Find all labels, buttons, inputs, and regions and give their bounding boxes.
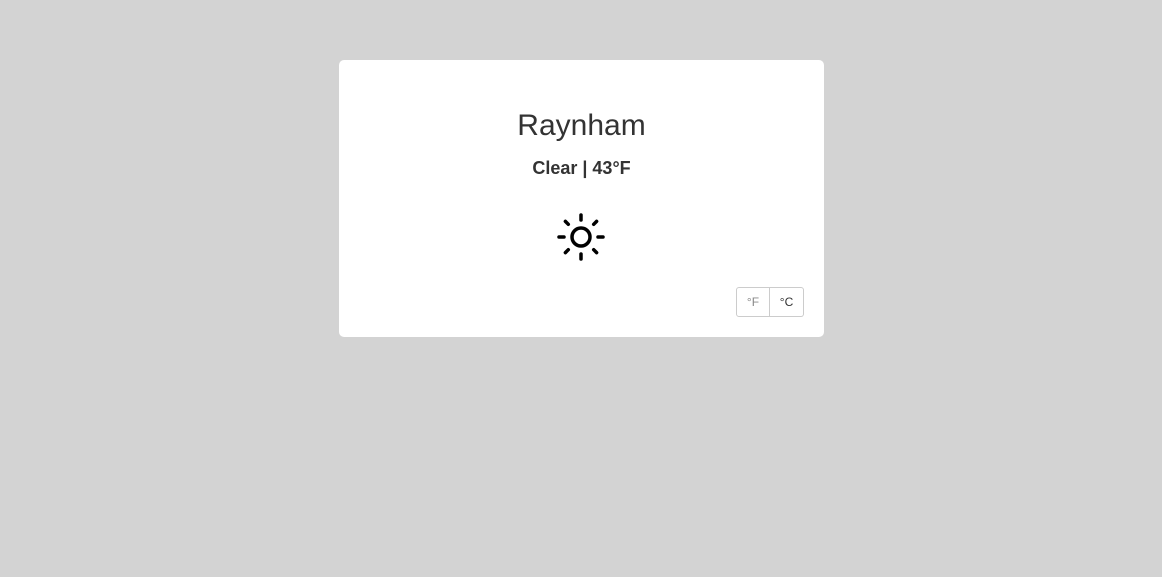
celsius-button[interactable]: °C — [770, 287, 804, 317]
summary-separator: | — [577, 158, 593, 178]
page: Raynham Clear | 43°F °F °C — [0, 0, 1162, 577]
unit-toggle: °F °C — [736, 287, 804, 317]
weather-card: Raynham Clear | 43°F °F °C — [339, 60, 824, 337]
sun-icon — [557, 213, 605, 261]
city-name: Raynham — [517, 109, 646, 142]
fahrenheit-button[interactable]: °F — [736, 287, 770, 317]
weather-summary: Clear | 43°F — [339, 156, 824, 180]
weather-condition: Clear — [532, 158, 578, 178]
weather-temperature: 43°F — [592, 158, 631, 178]
